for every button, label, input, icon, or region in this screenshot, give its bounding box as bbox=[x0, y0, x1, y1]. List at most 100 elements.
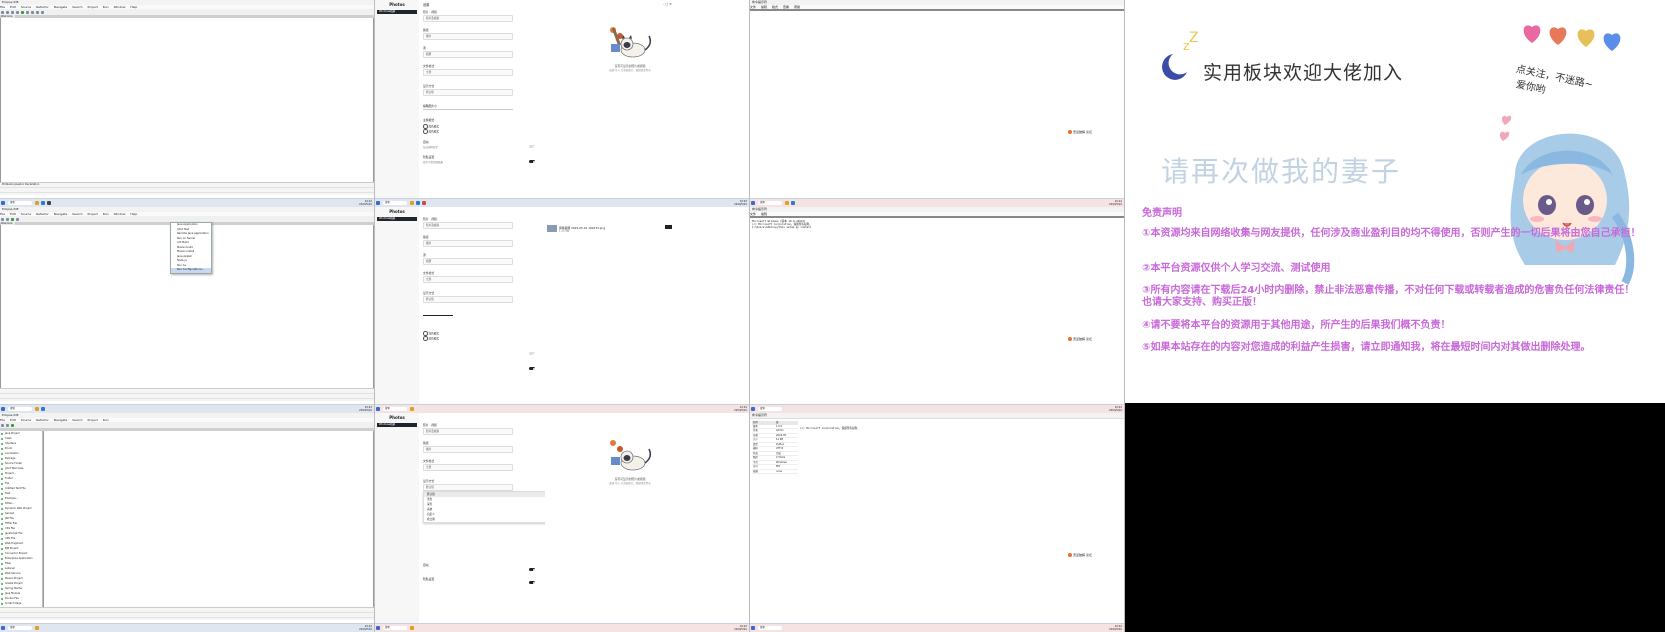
promo-headline: 实用板块欢迎大佬加入 bbox=[1203, 62, 1404, 84]
toggle-privacy[interactable] bbox=[529, 367, 535, 370]
edge-icon[interactable] bbox=[41, 407, 45, 411]
nav-item-windows-photos[interactable]: Windows相册 bbox=[377, 423, 417, 427]
format-input[interactable]: 全部 bbox=[423, 276, 513, 283]
start-icon[interactable] bbox=[1, 626, 5, 630]
search-icon[interactable] bbox=[26, 10, 29, 14]
taskbar-search[interactable]: 搜索 bbox=[383, 407, 407, 411]
run-icon[interactable] bbox=[21, 10, 24, 14]
disclaimer-paragraph: ④请不要将本平台的资源用于其他用途，所产生的后果我们概不负责！ bbox=[1142, 320, 1451, 331]
start-icon[interactable] bbox=[751, 626, 755, 630]
promo-background-text: 请再次做我的妻子 bbox=[1161, 155, 1402, 188]
taskbar-search[interactable]: 搜索 bbox=[758, 626, 782, 630]
explorer-icon[interactable] bbox=[410, 407, 414, 411]
start-icon[interactable] bbox=[1, 407, 5, 411]
editor-area[interactable] bbox=[43, 431, 374, 608]
menu-item-selected[interactable]: Run Configurations... bbox=[171, 268, 211, 273]
table-row[interactable]: 依赖 none bbox=[752, 470, 798, 474]
media-input[interactable]: 照片及视频 bbox=[423, 428, 513, 435]
taskbar-search[interactable]: 搜索 bbox=[8, 201, 32, 205]
nav-item-windows-photos[interactable]: Windows相册 bbox=[377, 10, 417, 14]
explorer-icon[interactable] bbox=[35, 407, 39, 411]
table-cell: 状态 bbox=[753, 451, 758, 455]
tab-declaration[interactable]: Declaration bbox=[25, 183, 39, 186]
display-select[interactable]: 默认值 bbox=[423, 89, 513, 96]
source-input[interactable]: 相册 bbox=[423, 258, 513, 265]
start-icon[interactable] bbox=[376, 201, 380, 205]
start-icon[interactable] bbox=[1, 201, 5, 205]
toggle-privacy[interactable] bbox=[529, 160, 535, 163]
search-icon[interactable] bbox=[16, 217, 19, 221]
toggle-autostart[interactable] bbox=[529, 145, 535, 148]
explorer-icon[interactable] bbox=[410, 201, 414, 205]
format-input[interactable]: 全部 bbox=[423, 464, 513, 471]
photos-icon[interactable] bbox=[422, 201, 426, 205]
table-cell: 路径 bbox=[753, 456, 758, 459]
explorer-icon[interactable] bbox=[410, 626, 414, 630]
path-input[interactable]: 图片 bbox=[423, 240, 513, 247]
open-type-icon[interactable] bbox=[31, 10, 34, 14]
run-icon[interactable] bbox=[11, 423, 14, 427]
taskbar-search[interactable]: 搜索 bbox=[8, 407, 32, 411]
format-input[interactable]: 全部 bbox=[423, 69, 513, 76]
back-icon[interactable] bbox=[36, 10, 39, 14]
toggle-1-label: 自动 bbox=[423, 140, 429, 144]
taskbar-search[interactable]: 搜索 bbox=[8, 626, 32, 630]
taskbar-search[interactable]: 搜索 bbox=[383, 626, 407, 630]
new-icon[interactable] bbox=[1, 10, 4, 14]
option[interactable]: 按日期 bbox=[424, 517, 548, 522]
forward-icon[interactable] bbox=[41, 10, 44, 14]
menu-item[interactable]: Remote Java Application bbox=[171, 232, 211, 237]
display-select[interactable]: 默认值 bbox=[423, 484, 513, 491]
edge-icon[interactable] bbox=[791, 201, 795, 205]
save-icon[interactable] bbox=[6, 217, 9, 221]
explorer-icon[interactable] bbox=[35, 626, 39, 630]
nav-item-windows-photos[interactable]: Windows相册 bbox=[377, 217, 417, 221]
disclaimer-paragraph: ①本资源均来自网络收集与网友提供，任何涉及商业盈利目的均不得使用，否则产生的一切… bbox=[1142, 228, 1641, 239]
media-input[interactable]: 照片及视频 bbox=[423, 222, 513, 229]
run-icon[interactable] bbox=[11, 217, 14, 221]
debug-icon[interactable] bbox=[16, 10, 19, 14]
console-output: Microsoft Windows [版本 10.0.22631] (c) Mi… bbox=[752, 220, 812, 230]
logo-icon bbox=[1068, 553, 1072, 557]
display-select[interactable]: 默认值 bbox=[423, 296, 513, 303]
toggle-autostart[interactable] bbox=[529, 352, 535, 355]
start-icon[interactable] bbox=[751, 201, 755, 205]
table-cell: 12 KB bbox=[776, 438, 784, 441]
new-icon[interactable] bbox=[1, 423, 4, 427]
toggle-autostart[interactable] bbox=[529, 568, 535, 571]
taskbar-search[interactable]: 搜索 bbox=[758, 407, 782, 411]
media-input[interactable]: 照片及视频 bbox=[423, 15, 513, 22]
thumb-size-slider[interactable] bbox=[423, 315, 453, 316]
taskbar-search[interactable]: 搜索 bbox=[758, 201, 782, 205]
start-icon[interactable] bbox=[751, 407, 755, 411]
radio-dark[interactable]: 深色模式 bbox=[423, 129, 439, 134]
print-icon[interactable] bbox=[11, 10, 14, 14]
edge-icon[interactable] bbox=[41, 201, 45, 205]
radio-light[interactable]: 浅色模式 bbox=[423, 124, 439, 129]
thumb-size-slider[interactable] bbox=[423, 109, 513, 110]
toggle-privacy[interactable] bbox=[529, 581, 535, 584]
source-input[interactable]: 相册 bbox=[423, 51, 513, 58]
new-icon[interactable] bbox=[1, 217, 4, 221]
settings-pane: 照片 · 视频 照片及视频 路径 图片 文件格式 全部 显示方式 默认值 默认值 浅色 … bbox=[419, 413, 549, 624]
save-icon[interactable] bbox=[6, 423, 9, 427]
terminal-icon[interactable] bbox=[47, 201, 51, 205]
explorer-icon[interactable] bbox=[35, 201, 39, 205]
edge-icon[interactable] bbox=[416, 201, 420, 205]
radio-light[interactable]: 浅色模式 bbox=[423, 331, 439, 336]
path-input[interactable]: 图片 bbox=[423, 446, 513, 453]
start-icon[interactable] bbox=[376, 626, 380, 630]
tab-javadoc[interactable]: Javadoc bbox=[14, 183, 24, 186]
close-icon[interactable]: ✕ bbox=[669, 2, 672, 6]
editor-area[interactable] bbox=[0, 18, 374, 183]
explorer-icon[interactable] bbox=[785, 201, 789, 205]
start-icon[interactable] bbox=[376, 407, 380, 411]
maximize-icon[interactable]: □ bbox=[665, 2, 668, 6]
file-thumbnail[interactable] bbox=[547, 225, 557, 232]
save-icon[interactable] bbox=[6, 10, 9, 14]
tab-problems[interactable]: Problems bbox=[2, 183, 14, 186]
taskbar-search[interactable]: 搜索 bbox=[383, 201, 407, 205]
open-button[interactable] bbox=[665, 225, 672, 229]
path-input[interactable]: 图片 bbox=[423, 33, 513, 40]
radio-dark[interactable]: 深色模式 bbox=[423, 336, 439, 341]
